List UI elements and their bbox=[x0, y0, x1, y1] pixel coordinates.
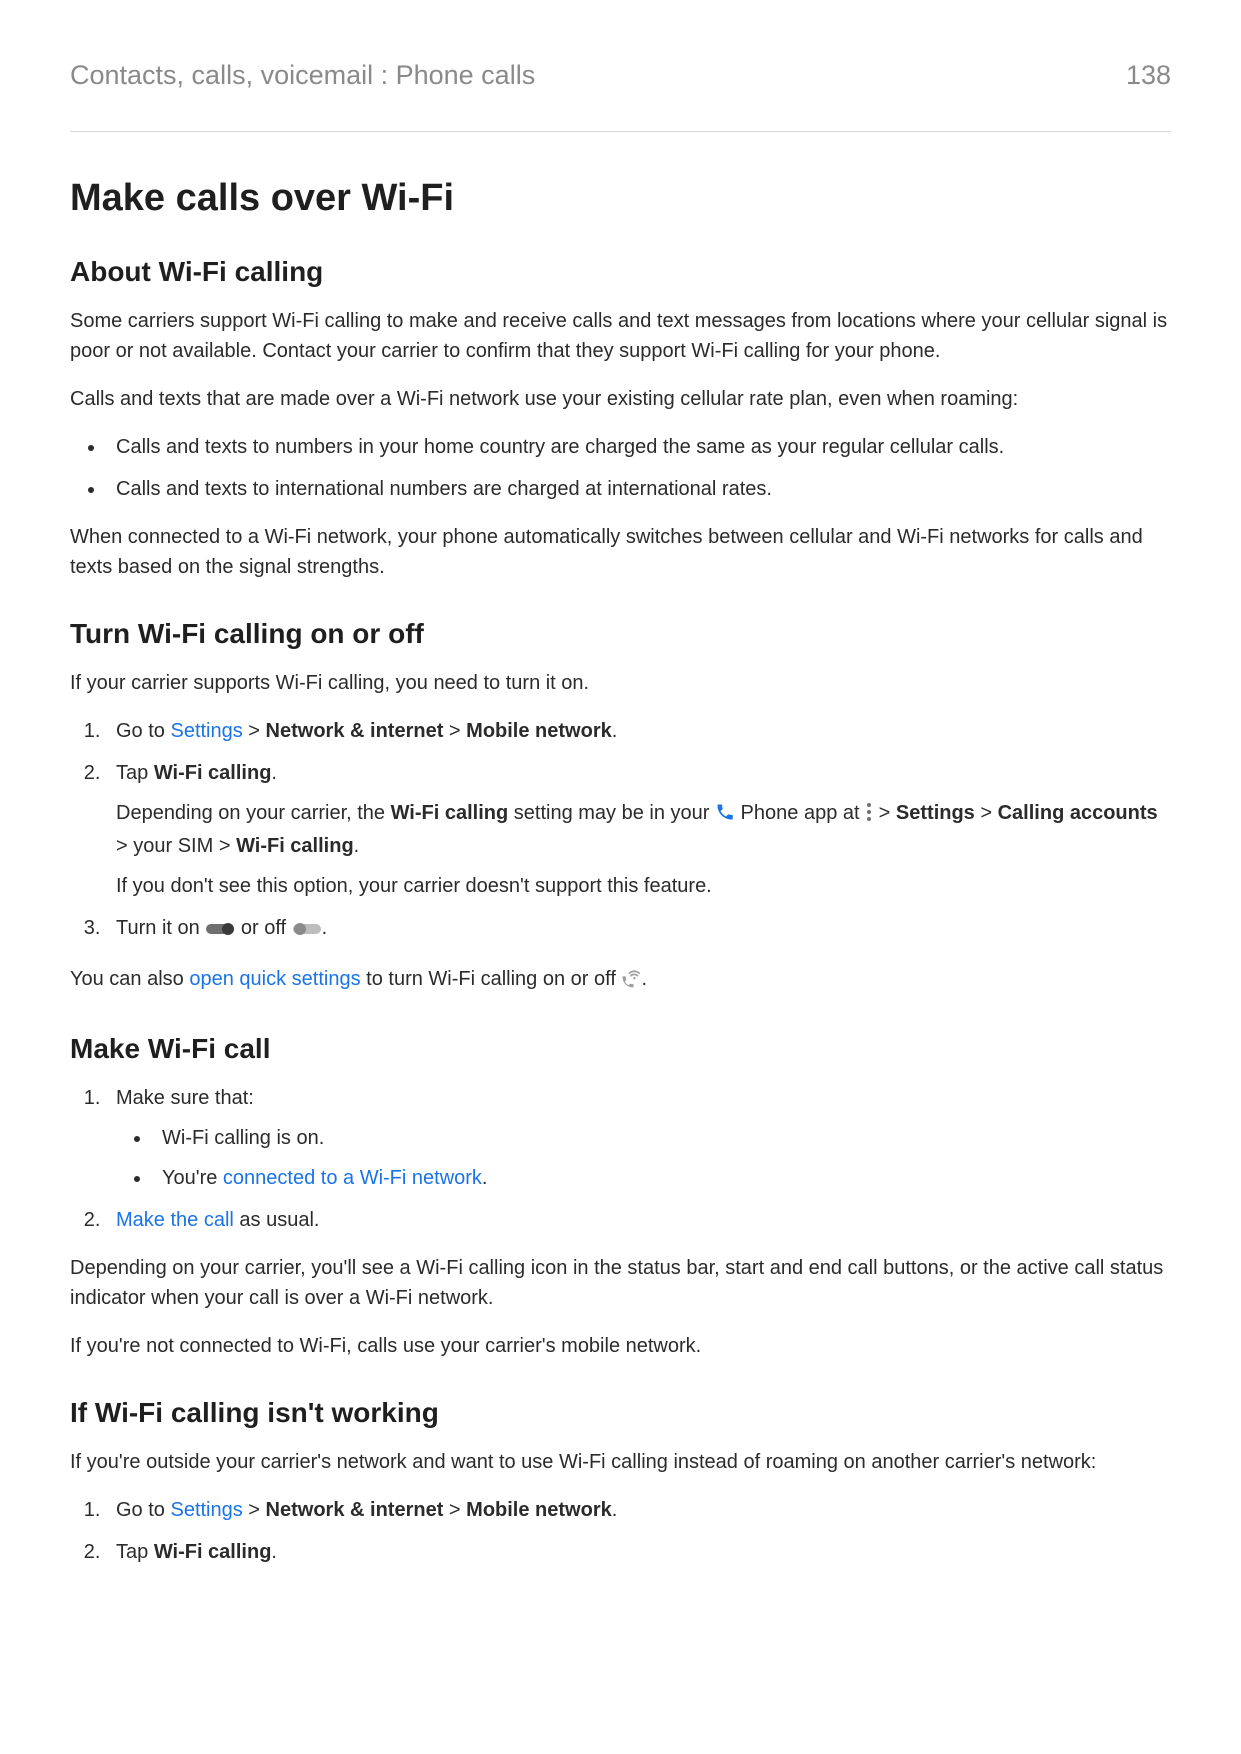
about-paragraph-1: Some carriers support Wi-Fi calling to m… bbox=[70, 306, 1171, 366]
about-paragraph-3: When connected to a Wi-Fi network, your … bbox=[70, 522, 1171, 582]
section-heading-make: Make Wi-Fi call bbox=[70, 1033, 1171, 1065]
text: > bbox=[443, 720, 466, 742]
wifi-calling-icon bbox=[621, 967, 641, 997]
toggle-off-icon bbox=[292, 916, 322, 946]
text: . bbox=[641, 968, 647, 990]
page-header: Contacts, calls, voicemail : Phone calls… bbox=[70, 60, 1171, 91]
about-bullet-2: Calls and texts to international numbers… bbox=[106, 474, 1171, 504]
trouble-step-2: Tap Wi-Fi calling. bbox=[106, 1537, 1171, 1567]
text: > your SIM > bbox=[116, 835, 236, 857]
text: Make sure that: bbox=[116, 1087, 254, 1109]
text: . bbox=[354, 835, 360, 857]
text: > bbox=[243, 1499, 266, 1521]
text: . bbox=[271, 1541, 277, 1563]
text: as usual. bbox=[234, 1209, 320, 1231]
text: . bbox=[271, 762, 277, 784]
text: > bbox=[975, 802, 998, 824]
about-paragraph-2: Calls and texts that are made over a Wi-… bbox=[70, 384, 1171, 414]
trouble-paragraph-1: If you're outside your carrier's network… bbox=[70, 1447, 1171, 1477]
bold-text: Network & internet bbox=[266, 720, 444, 742]
turn-step-2-note: If you don't see this option, your carri… bbox=[116, 871, 1171, 901]
about-bullet-list: Calls and texts to numbers in your home … bbox=[70, 432, 1171, 504]
text: You're bbox=[162, 1167, 223, 1189]
toggle-on-icon bbox=[205, 916, 235, 946]
text: Depending on your carrier, the bbox=[116, 802, 391, 824]
make-step-1-sub-1: Wi-Fi calling is on. bbox=[152, 1123, 1171, 1153]
text: to turn Wi-Fi calling on or off bbox=[361, 968, 622, 990]
page-number: 138 bbox=[1126, 60, 1171, 91]
turn-step-2: Tap Wi-Fi calling. Depending on your car… bbox=[106, 758, 1171, 901]
bold-text: Wi-Fi calling bbox=[154, 762, 272, 784]
text: Tap bbox=[116, 762, 154, 784]
section-heading-about: About Wi-Fi calling bbox=[70, 256, 1171, 288]
settings-link[interactable]: Settings bbox=[170, 720, 242, 742]
bold-text: Mobile network bbox=[466, 720, 612, 742]
text: You can also bbox=[70, 968, 189, 990]
turn-step-2-sub: Depending on your carrier, the Wi-Fi cal… bbox=[116, 798, 1171, 861]
more-vert-icon bbox=[865, 801, 873, 831]
text: . bbox=[612, 720, 618, 742]
bold-text: Calling accounts bbox=[998, 802, 1158, 824]
text: > bbox=[443, 1499, 466, 1521]
text: or off bbox=[241, 917, 292, 939]
make-steps-list: Make sure that: Wi-Fi calling is on. You… bbox=[70, 1083, 1171, 1235]
text: Tap bbox=[116, 1541, 154, 1563]
turn-step-3: Turn it on or off . bbox=[106, 913, 1171, 946]
trouble-steps-list: Go to Settings > Network & internet > Mo… bbox=[70, 1495, 1171, 1567]
text: setting may be in your bbox=[508, 802, 715, 824]
turn-step-1: Go to Settings > Network & internet > Mo… bbox=[106, 716, 1171, 746]
text: Phone app at bbox=[735, 802, 865, 824]
phone-icon bbox=[715, 801, 735, 831]
text: . bbox=[482, 1167, 488, 1189]
connected-wifi-link[interactable]: connected to a Wi-Fi network bbox=[223, 1167, 482, 1189]
page-title: Make calls over Wi-Fi bbox=[70, 177, 1171, 220]
make-paragraph-1: Depending on your carrier, you'll see a … bbox=[70, 1253, 1171, 1313]
make-step-1: Make sure that: Wi-Fi calling is on. You… bbox=[106, 1083, 1171, 1193]
text: . bbox=[612, 1499, 618, 1521]
header-divider bbox=[70, 131, 1171, 132]
breadcrumb: Contacts, calls, voicemail : Phone calls bbox=[70, 60, 535, 91]
turn-steps-list: Go to Settings > Network & internet > Mo… bbox=[70, 716, 1171, 946]
text: Go to bbox=[116, 1499, 170, 1521]
section-heading-trouble: If Wi-Fi calling isn't working bbox=[70, 1397, 1171, 1429]
bold-text: Network & internet bbox=[266, 1499, 444, 1521]
text: Go to bbox=[116, 720, 170, 742]
turn-paragraph-2: You can also open quick settings to turn… bbox=[70, 964, 1171, 997]
bold-text: Settings bbox=[896, 802, 975, 824]
turn-paragraph-1: If your carrier supports Wi-Fi calling, … bbox=[70, 668, 1171, 698]
text: Turn it on bbox=[116, 917, 205, 939]
text: . bbox=[322, 917, 328, 939]
make-step-2: Make the call as usual. bbox=[106, 1205, 1171, 1235]
make-paragraph-2: If you're not connected to Wi-Fi, calls … bbox=[70, 1331, 1171, 1361]
trouble-step-1: Go to Settings > Network & internet > Mo… bbox=[106, 1495, 1171, 1525]
about-bullet-1: Calls and texts to numbers in your home … bbox=[106, 432, 1171, 462]
bold-text: Wi-Fi calling bbox=[154, 1541, 272, 1563]
make-step-1-sub-2: You're connected to a Wi-Fi network. bbox=[152, 1163, 1171, 1193]
open-quick-settings-link[interactable]: open quick settings bbox=[189, 968, 360, 990]
text: > bbox=[243, 720, 266, 742]
bold-text: Wi-Fi calling bbox=[236, 835, 354, 857]
settings-link[interactable]: Settings bbox=[170, 1499, 242, 1521]
text: > bbox=[873, 802, 896, 824]
bold-text: Wi-Fi calling bbox=[391, 802, 509, 824]
section-heading-turn: Turn Wi-Fi calling on or off bbox=[70, 618, 1171, 650]
make-the-call-link[interactable]: Make the call bbox=[116, 1209, 234, 1231]
bold-text: Mobile network bbox=[466, 1499, 612, 1521]
make-step-1-sublist: Wi-Fi calling is on. You're connected to… bbox=[116, 1123, 1171, 1193]
